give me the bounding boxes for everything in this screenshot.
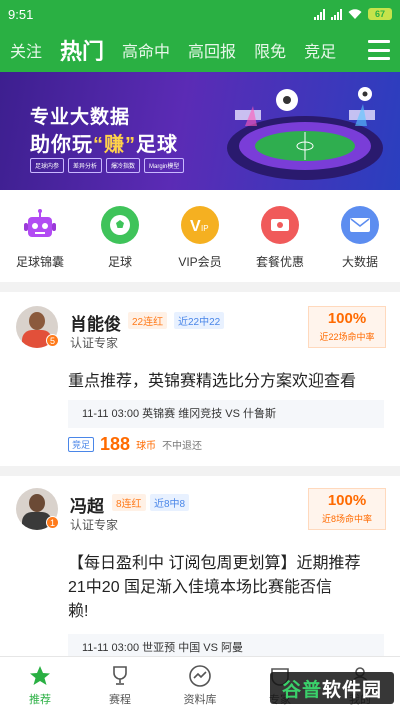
battery-icon: 67: [368, 8, 392, 20]
expert-post-card[interactable]: 5 肖能俊 22连红 近22中22 认证专家 100% 近22场命中率 重点推荐…: [0, 292, 400, 466]
hit-rate-box: 100% 近8场命中率: [308, 488, 386, 530]
streak-badge: 8连红: [112, 494, 146, 511]
quick-label: VIP会员: [178, 255, 222, 269]
category-tabs: 关注 热门 高命中 高回报 限免 竞足: [0, 28, 400, 72]
tab-follow[interactable]: 关注: [10, 38, 42, 62]
nav-database[interactable]: 资料库: [160, 657, 240, 710]
post-title[interactable]: 重点推荐，英锦赛精选比分方案欢迎查看: [68, 370, 388, 394]
nav-schedule[interactable]: 赛程: [80, 657, 160, 710]
chart-icon: [187, 663, 213, 689]
quick-football-tips[interactable]: 足球锦囊: [0, 190, 80, 282]
expert-post-card[interactable]: 1 冯超 8连红 近8中8 认证专家 100% 近8场命中率 【每日盈利中 订阅…: [0, 476, 400, 662]
trophy-icon: [107, 663, 133, 689]
hit-rate-box: 100% 近22场命中率: [308, 306, 386, 348]
quick-menu: 足球锦囊 足球 V IP VIP会员 套餐优惠 大数据: [0, 190, 400, 282]
lottery-type-badge: 竞足: [68, 437, 95, 452]
mail-icon: [341, 206, 379, 244]
nav-label: 推荐: [29, 694, 51, 706]
robot-icon: [21, 206, 59, 244]
star-icon: [27, 663, 53, 689]
nav-recommend[interactable]: 推荐: [0, 657, 80, 710]
tab-hot[interactable]: 热门: [60, 34, 104, 66]
soccer-ball-icon: [101, 206, 139, 244]
recent-record-badge: 近8中8: [150, 494, 190, 511]
match-info: 11-11 03:00 英锦赛 维冈竞技 VS 什鲁斯: [68, 400, 384, 428]
expert-name[interactable]: 肖能俊: [70, 310, 121, 335]
banner-headline: 专业大数据: [30, 107, 131, 128]
cert-label: 认证专家: [70, 336, 119, 350]
status-time: 9:51: [8, 6, 34, 22]
hit-rate: 100%: [327, 310, 367, 327]
quick-label: 套餐优惠: [255, 255, 304, 269]
cert-label: 认证专家: [70, 518, 119, 532]
recent-record-badge: 近22中22: [174, 312, 225, 329]
watermark: 谷普 软件园: [270, 672, 394, 704]
quick-big-data[interactable]: 大数据: [320, 190, 400, 282]
hit-rate-label: 近8场命中率: [321, 514, 372, 524]
vip-icon: V IP: [181, 206, 219, 244]
promo-banner[interactable]: 专业大数据 助你玩“赚”足球 足球内参 差异分析 爆冷指数 Margin模型: [0, 72, 400, 190]
price-unit: 球币: [136, 441, 157, 452]
quick-package-deal[interactable]: 套餐优惠: [240, 190, 320, 282]
price-value: 188: [100, 434, 131, 454]
signal-icon: [314, 8, 325, 20]
quick-vip[interactable]: V IP VIP会员: [160, 190, 240, 282]
svg-text:IP: IP: [201, 224, 209, 233]
quick-label: 大数据: [341, 255, 378, 269]
banner-chips: 足球内参 差异分析 爆冷指数 Margin模型: [30, 158, 185, 173]
quick-football[interactable]: 足球: [80, 190, 160, 282]
menu-icon[interactable]: [346, 28, 390, 72]
stadium-illustration: [227, 87, 383, 180]
rank-badge: 1: [46, 516, 59, 529]
banner-subheadline: 助你玩“赚”足球: [30, 134, 178, 156]
hit-rate: 100%: [327, 492, 367, 509]
nav-label: 资料库: [183, 694, 217, 706]
price-row: 竞足 188 球币 不中退还: [68, 434, 202, 455]
post-title[interactable]: 【每日盈利中 订阅包周更划算】近期推荐 21中20 国足渐入佳境本场比赛能否信 …: [68, 552, 388, 624]
svg-text:V: V: [190, 218, 201, 235]
refund-note: 不中退还: [162, 441, 203, 452]
tab-free[interactable]: 限免: [254, 38, 286, 62]
tab-high-hit[interactable]: 高命中: [122, 38, 170, 62]
ticket-icon: [261, 206, 299, 244]
tab-high-return[interactable]: 高回报: [188, 38, 236, 62]
banner-chip: 足球内参: [30, 158, 65, 173]
banner-chip: Margin模型: [144, 158, 185, 173]
rank-badge: 5: [46, 334, 59, 347]
tab-jingzu[interactable]: 竞足: [304, 38, 336, 62]
quick-label: 足球: [107, 255, 132, 269]
expert-name[interactable]: 冯超: [70, 492, 104, 517]
status-bar: 9:51 67: [0, 0, 400, 28]
banner-chip: 差异分析: [68, 158, 103, 173]
signal-icon-2: [331, 8, 342, 20]
banner-chip: 爆冷指数: [106, 158, 141, 173]
wifi-icon: [348, 8, 362, 19]
streak-badge: 22连红: [128, 312, 168, 329]
hit-rate-label: 近22场命中率: [319, 332, 375, 342]
quick-label: 足球锦囊: [15, 255, 64, 269]
nav-label: 赛程: [109, 694, 131, 706]
